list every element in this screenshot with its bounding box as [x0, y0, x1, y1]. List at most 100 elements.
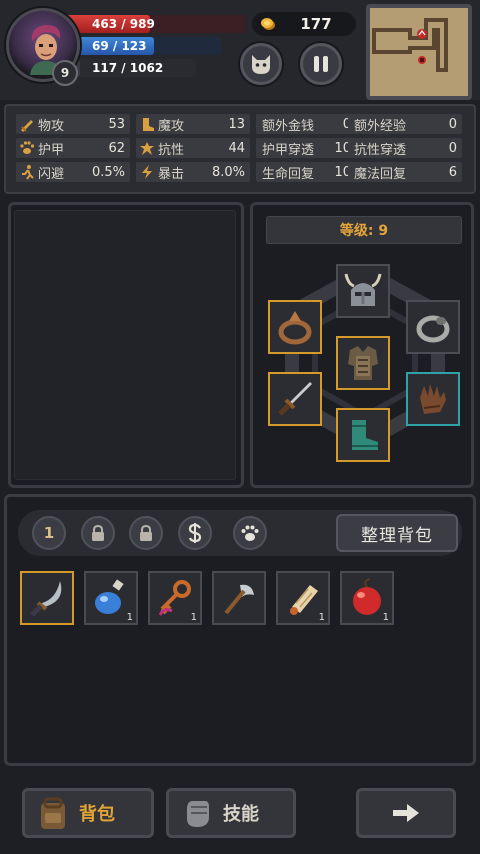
stat-1: 魔攻 13 — [136, 114, 250, 134]
fist-icon — [187, 801, 209, 827]
stat-value: 6 — [448, 164, 457, 180]
pause-icon — [314, 56, 328, 72]
stat-label: 闪避 — [38, 166, 65, 182]
inventory-slot-5[interactable]: 1 — [276, 571, 330, 625]
skill-tab[interactable]: 技能 — [166, 788, 296, 838]
helmet-icon — [344, 273, 382, 306]
stat-5: 抗性 44 — [136, 138, 250, 158]
stat-value: 0 — [448, 140, 457, 156]
stat-7: 抗性穿透 0 — [348, 138, 462, 158]
bag-page-locked-button-1[interactable] — [81, 516, 115, 550]
ring-slot-right[interactable] — [406, 300, 460, 354]
stat-label: 生命回复 — [262, 166, 315, 182]
axe-icon — [224, 584, 254, 615]
item-quantity: 1 — [318, 612, 325, 623]
bag-tab-label: 背包 — [79, 804, 115, 825]
item-quantity: 1 — [126, 612, 133, 623]
stat-8: 闪避 0.5% — [16, 162, 130, 182]
xp-bar: 117 / 1062 — [66, 59, 196, 77]
boots-icon — [352, 420, 378, 450]
boots-slot[interactable] — [336, 408, 390, 462]
gloves-icon — [420, 384, 446, 414]
inventory-slot-6[interactable]: 1 — [340, 571, 394, 625]
pet-bag-button[interactable] — [233, 516, 267, 550]
stat-label: 抗性穿透 — [354, 142, 407, 158]
pet-button[interactable] — [240, 43, 282, 85]
dollar-icon — [188, 523, 202, 543]
helmet-slot[interactable] — [336, 264, 390, 318]
pet-face-icon — [252, 55, 270, 74]
stat-label: 护甲 — [38, 142, 65, 158]
stat-value: 53 — [108, 116, 125, 132]
stat-label: 额外金钱 — [262, 118, 315, 134]
stat-3: 额外经验 0 — [348, 114, 462, 134]
gold-coin-icon — [261, 18, 275, 30]
arrow-right-icon — [393, 804, 419, 822]
dungeon-map-icon — [372, 18, 448, 72]
backpack-icon — [41, 797, 65, 829]
minimap[interactable] — [366, 4, 472, 100]
hp-text: 463 / 989 — [92, 17, 155, 31]
stat-label: 额外经验 — [354, 118, 407, 134]
inventory-slot-1[interactable] — [20, 571, 74, 625]
chest-armor-icon — [348, 346, 378, 380]
stat-label: 魔攻 — [158, 118, 185, 134]
inventory-slot-3[interactable]: 1 — [148, 571, 202, 625]
hp-bar: 463 / 989 — [66, 15, 246, 33]
pause-button[interactable] — [300, 43, 342, 85]
inventory-slot-4[interactable] — [212, 571, 266, 625]
stat-value: 13 — [228, 116, 245, 132]
stat-label: 暴击 — [158, 166, 185, 182]
equipment-level-label: 等级: 9 — [266, 216, 462, 244]
magic-boot-icon — [136, 116, 158, 132]
bag-page-number: 1 — [43, 524, 55, 542]
stat-value: 8.0% — [211, 164, 245, 180]
armor-slot[interactable] — [336, 336, 390, 390]
ring-icon — [278, 311, 312, 345]
ring-slot-left[interactable] — [268, 300, 322, 354]
gold-counter: 177 — [252, 12, 356, 36]
item-quantity: 1 — [190, 612, 197, 623]
skill-tab-label: 技能 — [223, 804, 259, 825]
stat-4: 护甲 62 — [16, 138, 130, 158]
lock-icon — [140, 525, 152, 541]
stat-10: 生命回复 10 — [256, 162, 356, 182]
next-button[interactable] — [356, 788, 456, 838]
sort-bag-button[interactable]: 整理背包 — [336, 514, 458, 552]
stat-9: 暴击 8.0% — [136, 162, 250, 182]
mp-bar: 69 / 123 — [66, 37, 222, 55]
character-view-area — [14, 210, 236, 480]
paw-armor-icon — [16, 140, 38, 156]
stat-0: 物攻 53 — [16, 114, 130, 134]
stat-value: 0 — [448, 116, 457, 132]
sell-items-button[interactable] — [178, 516, 212, 550]
mp-text: 69 / 123 — [92, 39, 147, 53]
bag-page-1-button[interactable]: 1 — [32, 516, 66, 550]
scimitar-icon — [30, 581, 62, 617]
weapon-slot[interactable] — [268, 372, 322, 426]
stat-label: 护甲穿透 — [262, 142, 315, 158]
inventory-slot-2[interactable]: 1 — [84, 571, 138, 625]
resist-icon — [136, 140, 158, 156]
stat-label: 魔法回复 — [354, 166, 407, 182]
sword-icon — [16, 116, 38, 132]
stat-6: 护甲穿透 10 — [256, 138, 356, 158]
stat-value: 62 — [108, 140, 125, 156]
stat-value: 0.5% — [91, 164, 125, 180]
xp-text: 117 / 1062 — [92, 61, 164, 75]
stat-label: 抗性 — [158, 142, 185, 158]
bag-tab[interactable]: 背包 — [22, 788, 154, 838]
dagger-icon — [278, 382, 312, 416]
stat-label: 物攻 — [38, 118, 65, 134]
gloves-slot[interactable] — [406, 372, 460, 426]
ring-silver-icon — [416, 315, 450, 343]
paw-icon — [241, 525, 259, 541]
gold-value: 177 — [300, 15, 332, 33]
stat-11: 魔法回复 6 — [348, 162, 462, 182]
bag-page-locked-button-2[interactable] — [129, 516, 163, 550]
dodge-icon — [16, 164, 38, 180]
stat-value: 44 — [228, 140, 245, 156]
item-quantity: 1 — [382, 612, 389, 623]
stat-2: 额外金钱 0 — [256, 114, 356, 134]
lock-icon — [92, 525, 104, 541]
